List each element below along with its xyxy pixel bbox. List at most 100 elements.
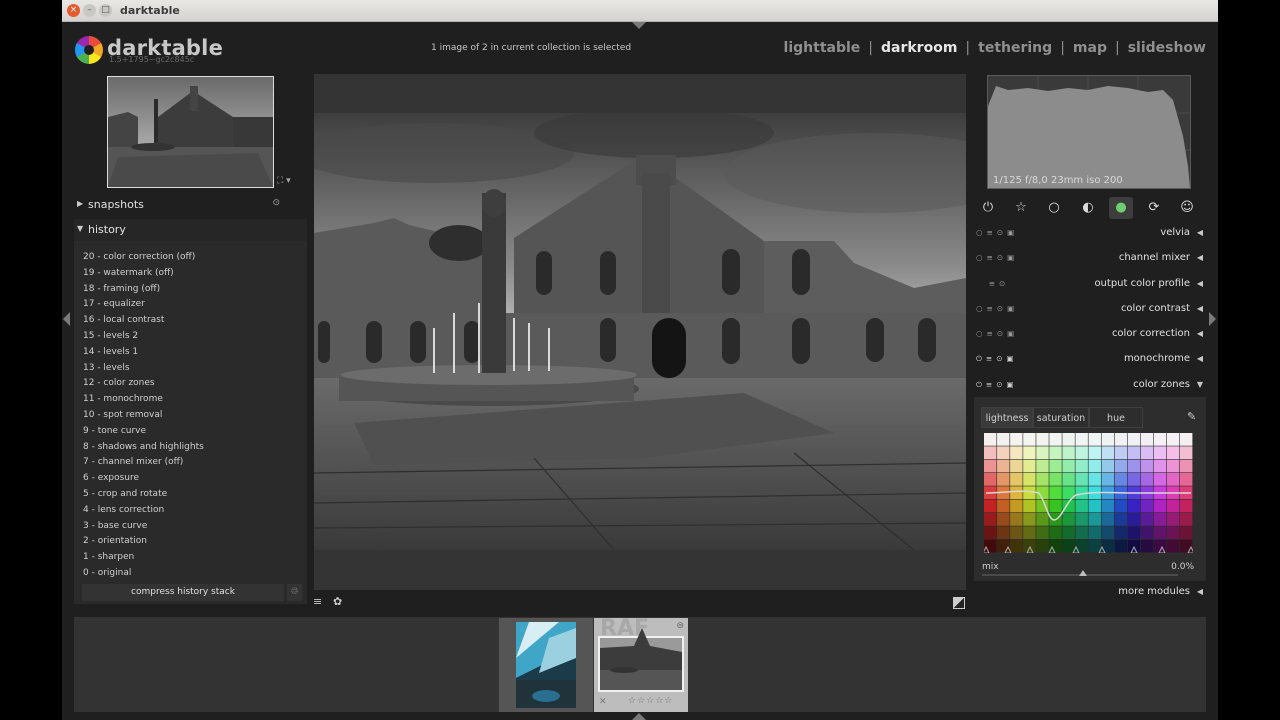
power-icon[interactable]: ⏻ <box>976 197 1000 219</box>
history-item[interactable]: 11 - monochrome <box>83 392 204 408</box>
history-item[interactable]: 15 - levels 2 <box>83 329 204 345</box>
history-item[interactable]: 20 - color correction (off) <box>83 250 204 266</box>
history-item[interactable]: 3 - base curve <box>83 519 204 535</box>
history-item[interactable]: 5 - crop and rotate <box>83 487 204 503</box>
history-header[interactable]: ▼ history <box>74 219 307 241</box>
tab-saturation[interactable]: saturation <box>1033 407 1089 428</box>
main-image[interactable] <box>314 113 966 550</box>
bottom-panel-toggle[interactable] <box>632 713 646 720</box>
maximize-button[interactable]: □ <box>99 4 112 17</box>
history-item[interactable]: 7 - channel mixer (off) <box>83 455 204 471</box>
color-zones-graph[interactable] <box>984 433 1193 553</box>
history-item[interactable]: 16 - local contrast <box>83 313 204 329</box>
history-item[interactable]: 18 - framing (off) <box>83 282 204 298</box>
view-lighttable[interactable]: lighttable <box>784 40 861 56</box>
mix-slider-knob[interactable] <box>1079 570 1087 576</box>
presets-icon[interactable]: ✿ <box>333 595 342 608</box>
close-button[interactable]: × <box>67 4 80 17</box>
correct-icon[interactable]: ⟳ <box>1142 197 1166 219</box>
module-color-correction[interactable]: ○≡⊙▣ color correction ◀ <box>974 322 1206 348</box>
navigation-preview[interactable] <box>107 76 274 188</box>
color-icon[interactable]: ● <box>1109 197 1133 219</box>
minimize-button[interactable]: – <box>83 4 96 17</box>
quick-access-icon[interactable]: ≡ <box>313 595 322 608</box>
mix-value: 0.0% <box>1171 562 1194 572</box>
module-velvia[interactable]: ○≡⊙▣ velvia ◀ <box>974 221 1206 247</box>
view-darkroom[interactable]: darkroom <box>881 40 957 56</box>
history-item[interactable]: 13 - levels <box>83 361 204 377</box>
expand-arrow-icon: ◀ <box>1196 228 1203 237</box>
compress-history-button[interactable]: compress history stack <box>82 584 284 601</box>
history-item[interactable]: 9 - tone curve <box>83 424 204 440</box>
module-output-color-profile[interactable]: ≡⊙ output color profile ◀ <box>974 272 1206 297</box>
top-panel-toggle[interactable] <box>632 22 646 29</box>
module-icons[interactable]: ○≡⊙▣ <box>976 228 1018 237</box>
history-item[interactable]: 12 - color zones <box>83 376 204 392</box>
history-item[interactable]: 2 - orientation <box>83 534 204 550</box>
snapshot-options-icon[interactable]: ⊙ <box>272 198 280 208</box>
history-item[interactable]: 4 - lens correction <box>83 503 204 519</box>
history-list: 20 - color correction (off) 19 - waterma… <box>83 250 204 582</box>
module-channel-mixer[interactable]: ○≡⊙▣ channel mixer ◀ <box>974 246 1206 272</box>
darktable-window: × – □ darktable darktable 1.5+1795~gc2c8… <box>62 0 1218 720</box>
tab-lightness[interactable]: lightness <box>981 407 1033 428</box>
titlebar: × – □ darktable <box>62 0 1218 22</box>
view-slideshow[interactable]: slideshow <box>1128 40 1206 56</box>
history-item[interactable]: 8 - shadows and highlights <box>83 440 204 456</box>
module-name: color contrast <box>1120 302 1190 314</box>
histogram[interactable]: 1/125 f/8,0 23mm iso 200 <box>987 75 1191 189</box>
module-name: output color profile <box>1094 277 1190 289</box>
snapshots-header[interactable]: ▶ snapshots ⊙ <box>74 194 307 216</box>
module-icons[interactable]: ≡⊙ <box>976 279 1009 288</box>
history-label: history <box>88 223 126 236</box>
module-name: monochrome <box>1123 353 1190 365</box>
center-view[interactable] <box>314 74 966 590</box>
module-color-zones[interactable]: ⏻≡⊙▣ color zones ▼ <box>974 373 1206 399</box>
module-icons[interactable]: ○≡⊙▣ <box>976 329 1018 338</box>
history-item[interactable]: 19 - watermark (off) <box>83 266 204 282</box>
history-item[interactable]: 10 - spot removal <box>83 408 204 424</box>
view-tethering[interactable]: tethering <box>978 40 1052 56</box>
filmstrip-thumb-selected[interactable]: RAF ⊜ ✕ ☆☆☆☆☆ <box>594 616 688 712</box>
softproof-icon[interactable] <box>953 597 965 609</box>
module-icons[interactable]: ○≡⊙▣ <box>976 304 1018 313</box>
more-modules-label: more modules <box>1118 586 1190 597</box>
expand-arrow-icon: ◀ <box>1196 329 1203 339</box>
star-rating[interactable]: ☆☆☆☆☆ <box>628 696 673 706</box>
color-zones-panel: lightness saturation hue ✎ mix 0.0% <box>974 397 1206 581</box>
view-map[interactable]: map <box>1073 40 1107 56</box>
module-name: velvia <box>1160 227 1190 238</box>
create-style-icon[interactable]: ♲ <box>287 584 302 601</box>
expand-arrow-icon: ◀ <box>1196 253 1203 263</box>
zoom-options-icon[interactable]: ⛶ ▾ <box>277 176 291 186</box>
expand-arrow-icon: ◀ <box>1196 354 1203 364</box>
module-list: ○≡⊙▣ velvia ◀ ○≡⊙▣ channel mixer ◀ ≡⊙ ou… <box>974 221 1206 399</box>
history-item[interactable]: 1 - sharpen <box>83 550 204 566</box>
view-switcher: lighttable | darkroom | tethering | map | slides… <box>783 40 1206 56</box>
history-item[interactable]: 17 - equalizer <box>83 297 204 313</box>
reject-icon[interactable]: ✕ <box>599 697 607 707</box>
left-panel-toggle[interactable] <box>63 312 70 326</box>
history-item[interactable]: 0 - original <box>83 566 204 582</box>
effect-icon[interactable]: ☺ <box>1175 197 1199 219</box>
history-item[interactable]: 6 - exposure <box>83 471 204 487</box>
module-monochrome[interactable]: ⏻≡⊙▣ monochrome ◀ <box>974 347 1206 373</box>
right-panel-toggle[interactable] <box>1209 312 1216 326</box>
logo-icon <box>75 36 103 64</box>
circle-icon[interactable]: ○ <box>1042 197 1066 219</box>
module-name: color zones <box>1133 378 1190 390</box>
window-title: darktable <box>120 4 180 17</box>
module-color-contrast[interactable]: ○≡⊙▣ color contrast ◀ <box>974 297 1206 323</box>
module-icons[interactable]: ○≡⊙▣ <box>976 253 1018 262</box>
more-modules[interactable]: more modules ◀ <box>974 584 1206 602</box>
module-name: color correction <box>1111 328 1190 340</box>
tab-hue[interactable]: hue <box>1089 407 1143 428</box>
color-picker-icon[interactable]: ✎ <box>1187 410 1196 423</box>
module-icons[interactable]: ⏻≡⊙▣ <box>976 380 1018 390</box>
history-item[interactable]: 14 - levels 1 <box>83 345 204 361</box>
filmstrip-thumb[interactable] <box>499 618 593 712</box>
module-icons[interactable]: ⏻≡⊙▣ <box>976 354 1018 364</box>
half-circle-icon[interactable]: ◐ <box>1076 197 1100 219</box>
history-panel: 20 - color correction (off) 19 - waterma… <box>74 241 307 604</box>
star-icon[interactable]: ☆ <box>1009 197 1033 219</box>
